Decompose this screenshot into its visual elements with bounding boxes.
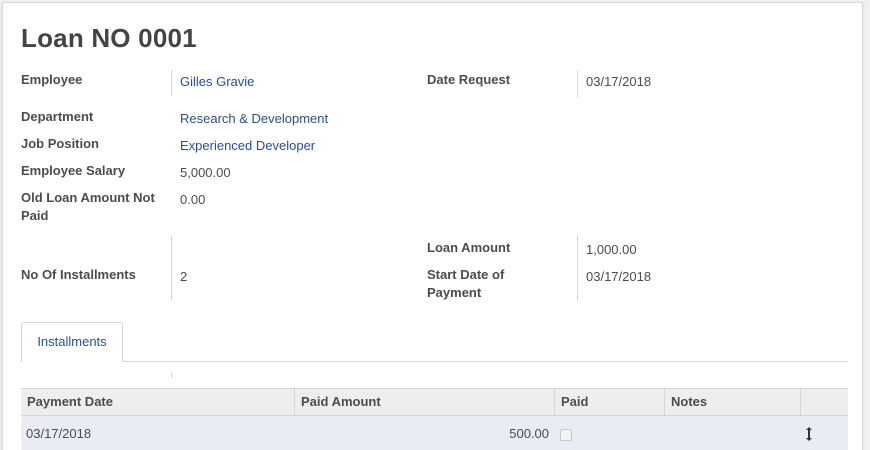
field-separator [171,372,172,378]
employee-value[interactable]: Gilles Gravie [180,73,254,91]
installments-value[interactable]: 2 [180,268,187,286]
column-header-paid[interactable]: Paid [555,389,588,415]
start-date-label: Start Date of Payment [427,266,504,302]
start-date-value[interactable]: 03/17/2018 [586,268,651,286]
resize-vertical-icon[interactable] [801,416,817,450]
installments-table-header: Payment Date Paid Amount Paid Notes [21,388,848,416]
column-header-paid-amount[interactable]: Paid Amount [295,389,381,415]
field-separator [171,235,172,301]
column-separator [800,389,801,415]
payment-date-cell[interactable]: 03/17/2018 [26,416,91,450]
employee-label: Employee [21,72,83,87]
installments-label: No Of Installments [21,267,136,282]
field-separator [577,235,578,301]
field-separator [171,70,172,96]
job-position-value[interactable]: Experienced Developer [180,137,315,155]
column-header-notes[interactable]: Notes [665,389,707,415]
old-loan-value: 0.00 [180,192,206,207]
table-row[interactable]: 03/17/2018 500.00 [21,416,848,450]
loan-amount-label: Loan Amount [427,240,511,255]
page-title: Loan NO 0001 [21,23,197,53]
date-request-value[interactable]: 03/17/2018 [586,73,651,91]
job-position-label: Job Position [21,136,99,151]
employee-salary-value: 5,000.00 [180,165,231,180]
form-sheet: Loan NO 0001 Employee Department Job Pos… [2,2,863,450]
column-header-payment-date[interactable]: Payment Date [21,389,113,415]
start-date-label-line2: Payment [427,285,482,300]
paid-checkbox[interactable] [560,429,572,441]
employee-salary-label: Employee Salary [21,163,126,178]
old-loan-label: Old Loan Amount Not Paid [21,189,155,225]
field-separator [577,70,578,98]
department-value[interactable]: Research & Development [180,110,328,128]
tabs-bar [21,361,848,362]
tab-installments[interactable]: Installments [21,322,123,362]
old-loan-label-line2: Paid [21,208,49,223]
department-label: Department [21,109,94,124]
old-loan-label-line1: Old Loan Amount Not [21,190,155,205]
loan-amount-value[interactable]: 1,000.00 [586,241,637,259]
start-date-label-line1: Start Date of [427,267,505,282]
date-request-label: Date Request [427,72,511,87]
paid-amount-cell[interactable]: 500.00 [295,416,549,450]
